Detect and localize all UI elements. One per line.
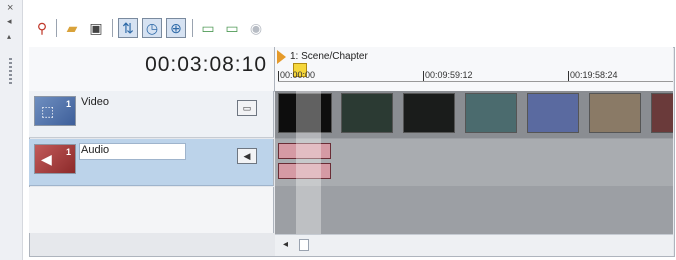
video-thumbnail[interactable] <box>589 93 641 133</box>
drag-handle[interactable] <box>9 58 12 86</box>
chapter-label: 1: Scene/Chapter <box>290 51 368 62</box>
marker-pin-icon[interactable]: ⚲ <box>32 18 52 38</box>
film-glyph: ⬚ <box>41 103 55 119</box>
split-icon[interactable]: ⇅ <box>118 18 138 38</box>
timecode-display: 00:03:08:10 <box>145 53 267 76</box>
toolbar-separator <box>56 19 57 37</box>
pin-icon[interactable]: ◂ <box>7 16 12 27</box>
timeline-body[interactable] <box>275 91 673 234</box>
close-icon[interactable]: × <box>7 2 13 14</box>
ruler-baseline <box>278 81 673 82</box>
audio-lane[interactable] <box>275 139 673 186</box>
time-ruler[interactable]: 1: Scene/Chapter 00:00:00 00:09:59:12 00… <box>275 47 673 92</box>
track-number: 1 <box>65 99 71 109</box>
monitor-icon[interactable]: ▭ <box>237 100 257 116</box>
playhead-line <box>296 91 321 234</box>
collapse-icon[interactable]: ▴ <box>7 32 11 41</box>
ruler-tick-label: 00:00:00 <box>280 70 316 80</box>
video-thumbnail[interactable] <box>651 93 673 133</box>
horizontal-scrollbar[interactable]: ◂ <box>275 234 673 256</box>
video-thumbnail[interactable] <box>341 93 393 133</box>
disabled-icon: ◉ <box>249 19 263 36</box>
ruler-tick <box>568 71 569 81</box>
video-lane[interactable] <box>275 91 673 138</box>
speaker-icon: ◀ 1 <box>34 144 76 174</box>
track-number: 1 <box>65 147 71 157</box>
video-thumbnail[interactable] <box>403 93 455 133</box>
scroll-left-icon[interactable]: ◂ <box>283 239 288 250</box>
folder-open-icon[interactable]: ▰ <box>62 18 82 38</box>
toolbar: ⚲ ▰ ▣ ⇅ ◷ ⊕ ▭ ▭ ◉ <box>28 14 328 40</box>
ruler-tick-label: 00:09:59:12 <box>425 70 473 80</box>
video-thumbnail[interactable] <box>465 93 517 133</box>
toolbar-separator <box>192 19 193 37</box>
folder-new-icon[interactable]: ▭ <box>222 18 242 38</box>
ruler-tick <box>278 71 279 81</box>
ruler-tick-label: 00:19:58:24 <box>570 70 618 80</box>
track-name: Audio <box>81 144 110 156</box>
zoom-icon[interactable]: ⊕ <box>166 18 186 38</box>
video-track-header[interactable]: ⬚ 1 Video ▭ <box>29 91 274 138</box>
dock-strip: × ◂ ▴ <box>0 0 23 260</box>
folder-icon[interactable]: ▭ <box>198 18 218 38</box>
film-icon: ⬚ 1 <box>34 96 76 126</box>
clock-icon[interactable]: ◷ <box>142 18 162 38</box>
ruler-tick <box>423 71 424 81</box>
empty-track-area <box>29 187 274 233</box>
track-name: Video <box>81 96 109 108</box>
toolbar-separator <box>112 19 113 37</box>
video-thumbnail[interactable] <box>527 93 579 133</box>
speaker-icon[interactable]: ◀ <box>237 148 257 164</box>
save-icon[interactable]: ▣ <box>86 18 106 38</box>
speaker-glyph: ◀ <box>41 151 52 167</box>
flag-icon <box>277 50 286 64</box>
scroll-thumb[interactable] <box>299 239 309 251</box>
audio-track-header[interactable]: ◀ 1 Audio ◀ <box>29 139 274 186</box>
